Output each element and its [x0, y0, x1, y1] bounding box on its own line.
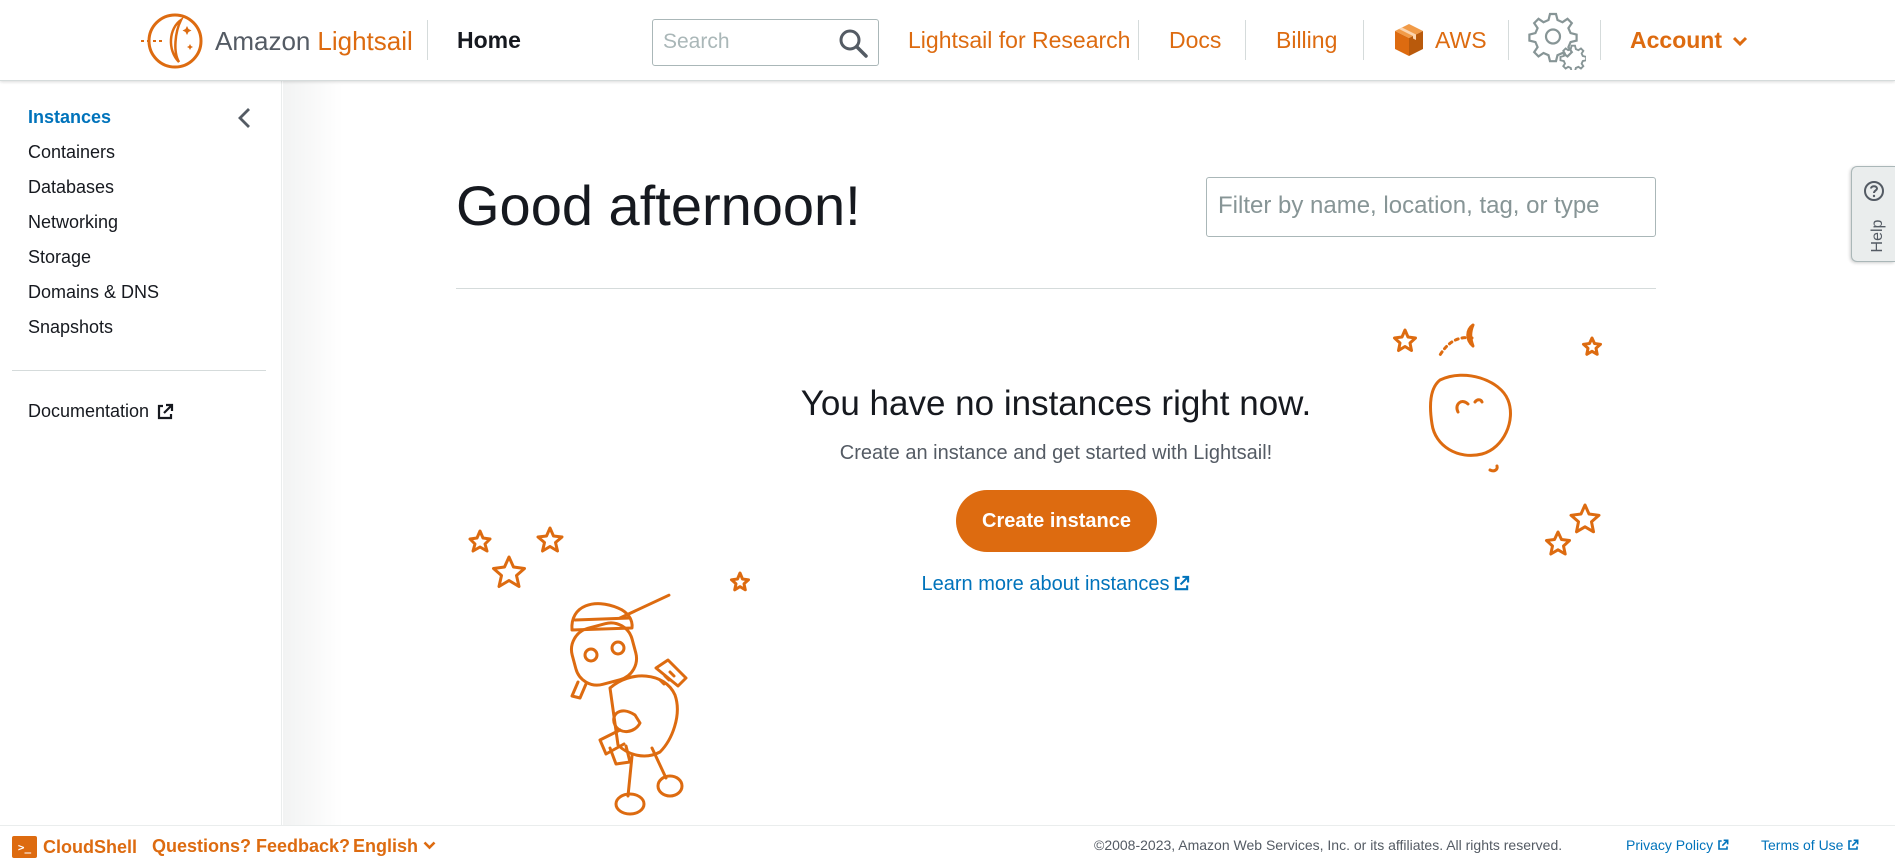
- top-navigation-bar: AmazonLightsail Home Lightsail for Resea…: [0, 0, 1895, 81]
- documentation-link[interactable]: Documentation: [28, 401, 174, 422]
- chevron-down-icon: [423, 841, 436, 850]
- filter-input[interactable]: [1218, 178, 1648, 234]
- learn-more-link[interactable]: Learn more about instances: [706, 573, 1406, 596]
- create-instance-button[interactable]: Create instance: [956, 490, 1157, 552]
- sidebar-item-containers[interactable]: Containers: [28, 142, 115, 163]
- robot-illustration: [468, 526, 750, 816]
- header-divider: [1138, 20, 1139, 60]
- external-link-icon: [1718, 839, 1729, 850]
- empty-state-subtitle: Create an instance and get started with …: [839, 442, 1273, 464]
- collapse-sidebar-icon[interactable]: [234, 105, 256, 131]
- help-tab[interactable]: Help: [1851, 166, 1895, 262]
- lightsail-logo-icon: [141, 13, 203, 69]
- header-divider: [1508, 20, 1509, 60]
- search-icon[interactable]: [838, 28, 868, 58]
- account-menu[interactable]: Account: [1630, 27, 1748, 54]
- search-input[interactable]: [663, 20, 833, 64]
- help-question-icon: [1864, 181, 1884, 201]
- aws-box-icon: [1395, 24, 1423, 56]
- external-link-icon: [157, 403, 174, 419]
- greeting-heading: Good afternoon!: [456, 174, 861, 237]
- sidebar-item-snapshots[interactable]: Snapshots: [28, 317, 113, 338]
- filter-box[interactable]: [1206, 177, 1656, 237]
- chevron-down-icon: [1732, 36, 1748, 46]
- help-label: Help: [1869, 219, 1886, 253]
- settings-gear-icon[interactable]: [1524, 10, 1586, 70]
- lightsail-for-research-link[interactable]: Lightsail for Research: [908, 27, 1130, 54]
- header-divider: [1600, 20, 1601, 60]
- brand-name: Amazon Lightsail: [215, 25, 413, 56]
- external-link-icon: [1175, 575, 1190, 591]
- account-label: Account: [1630, 27, 1722, 53]
- docs-link[interactable]: Docs: [1169, 27, 1221, 54]
- sidebar-divider: [12, 370, 266, 371]
- footer: >_ CloudShell Questions? Feedback? Engli…: [0, 825, 1895, 867]
- terms-of-use-link[interactable]: Terms of Use: [1761, 837, 1859, 853]
- empty-state-title: You have no instances right now.: [800, 384, 1312, 423]
- copyright-text: ©2008-2023, Amazon Web Services, Inc. or…: [1094, 837, 1563, 853]
- sidebar-item-networking[interactable]: Networking: [28, 212, 118, 233]
- lightsail-logo-link[interactable]: Amazon Lightsail: [139, 12, 413, 70]
- moon-illustration: [1393, 323, 1602, 556]
- privacy-policy-link[interactable]: Privacy Policy: [1626, 837, 1729, 853]
- header-divider: [427, 20, 428, 60]
- cloudshell-button[interactable]: >_ CloudShell: [12, 836, 137, 858]
- sidebar: Instances Containers Databases Networkin…: [0, 81, 282, 825]
- billing-link[interactable]: Billing: [1276, 27, 1337, 54]
- sidebar-item-instances[interactable]: Instances: [28, 107, 111, 128]
- content-divider: [456, 288, 1656, 289]
- home-link[interactable]: Home: [457, 27, 521, 54]
- external-link-icon: [1848, 839, 1859, 850]
- terminal-icon: >_: [12, 836, 37, 858]
- sidebar-item-storage[interactable]: Storage: [28, 247, 91, 268]
- feedback-link[interactable]: Questions? Feedback?: [152, 836, 350, 857]
- header-divider: [1245, 20, 1246, 60]
- search-box[interactable]: [652, 19, 879, 66]
- header-divider: [1363, 20, 1364, 60]
- language-selector[interactable]: English: [353, 836, 436, 857]
- sidebar-item-databases[interactable]: Databases: [28, 177, 114, 198]
- sidebar-item-domains-dns[interactable]: Domains & DNS: [28, 282, 159, 303]
- aws-link[interactable]: AWS: [1393, 22, 1487, 58]
